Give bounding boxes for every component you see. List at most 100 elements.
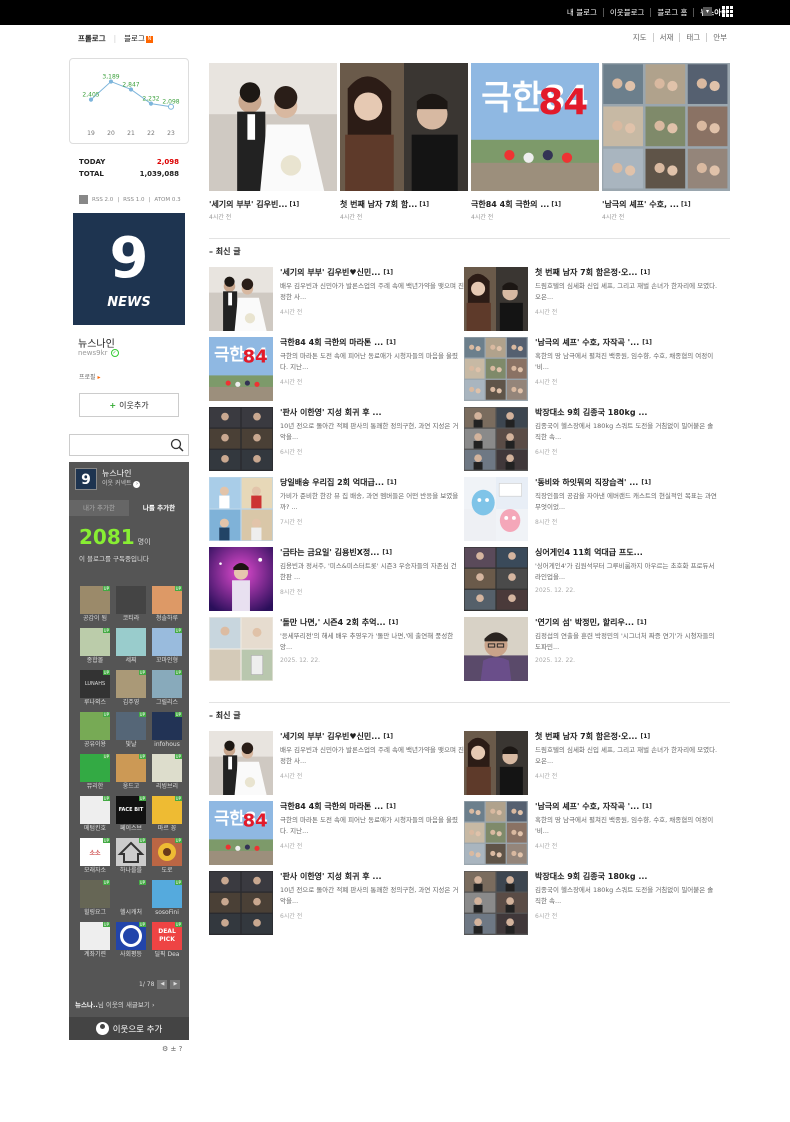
post-thumbnail[interactable] — [464, 731, 528, 795]
post-item[interactable]: 극한84 84 극한84 4회 극한의 마라톤 ... [1] 극한의 마라톤 도… — [209, 801, 464, 865]
post-title[interactable]: 첫 번째 남자 7회 함은정·오... [1] — [535, 731, 719, 742]
neighbor-item[interactable]: UP 사회평등 — [113, 922, 149, 960]
prologue-tab[interactable]: 프롤로그 — [78, 33, 106, 44]
rss2-link[interactable]: RSS 2.0 — [92, 197, 113, 203]
neighbor-item[interactable]: UP 꼬마인형 — [149, 628, 185, 666]
post-thumbnail[interactable] — [464, 801, 528, 865]
neighbor-item[interactable]: UP 청솔하루 — [149, 586, 185, 624]
post-title[interactable]: 박장대소 9회 김종국 180kg ... — [535, 407, 719, 418]
blog-tab[interactable]: 블로그 N — [124, 33, 153, 44]
post-item[interactable]: '세기의 부부' 김우빈♥신민... [1] 배우 김우빈과 신민아가 발론스업의… — [209, 267, 464, 331]
neighbor-item[interactable]: UP 메텀킨호 — [77, 796, 113, 834]
neighbor-item[interactable]: UP 도로 — [149, 838, 185, 876]
post-thumbnail[interactable] — [464, 871, 528, 935]
add-as-neighbor-button[interactable]: 이웃으로 추가 — [69, 1017, 189, 1040]
post-thumbnail[interactable] — [209, 871, 273, 935]
neighbor-item[interactable]: UP 힐링요그 — [77, 880, 113, 918]
widget-settings[interactable]: ⚙ ± ? — [162, 1045, 182, 1053]
post-title[interactable]: '판사 이한영' 지성 회귀 후 ... — [280, 407, 464, 418]
blog-home-link[interactable]: 블로그 홈 — [650, 8, 693, 17]
post-thumbnail[interactable] — [209, 547, 273, 611]
post-thumbnail[interactable] — [209, 407, 273, 471]
featured-title[interactable]: 첫 번째 남자 7회 함... [1] — [340, 199, 468, 210]
neighbor-item[interactable]: UP 그릴리스 — [149, 670, 185, 708]
tab-added-me[interactable]: 나를 추가한 — [129, 500, 189, 516]
apps-grid-icon[interactable] — [721, 5, 734, 18]
neighbor-item[interactable]: UP 뮤리한 — [77, 754, 113, 792]
neighbor-item[interactable]: UP 김주영 — [113, 670, 149, 708]
featured-card[interactable]: 극한84 84 극한84 4회 극한의 ... [1] 4시간 전 — [471, 63, 599, 221]
post-item[interactable]: '동비와 하잇뭐의 직장습격' ... [1] 직장인들의 공감을 자아낸 에버랜… — [464, 477, 719, 541]
neighbor-item[interactable]: UP 웅드고 — [113, 754, 149, 792]
post-item[interactable]: 첫 번째 남자 7회 함은정·오... [1] 드림호텔의 심세화 신입 셰프, … — [464, 267, 719, 331]
rss1-link[interactable]: RSS 1.0 — [123, 197, 144, 203]
post-item[interactable]: '금타는 금요일' 김용빈X정... [1] 김용빈과 정서주, '미스&미스터트… — [209, 547, 464, 611]
featured-thumbnail[interactable] — [340, 63, 468, 191]
neighbor-connect-link[interactable]: 이웃 커넥트 › — [102, 479, 141, 489]
post-item[interactable]: '남극의 셰프' 수호, 자작곡 '... [1] 혹한의 땅 남극에서 펼쳐진 … — [464, 801, 719, 865]
featured-title[interactable]: '세기의 부부' 김우빈... [1] — [209, 199, 337, 210]
post-item[interactable]: '판사 이한영' 지성 회귀 후 ... 10년 전으로 돌아간 적폐 판사의 … — [209, 407, 464, 471]
post-title[interactable]: 첫 번째 남자 7회 함은정·오... [1] — [535, 267, 719, 278]
post-title[interactable]: 극한84 4회 극한의 마라톤 ... [1] — [280, 801, 464, 812]
prev-page-button[interactable]: ◀ — [157, 980, 168, 989]
post-thumbnail[interactable] — [464, 267, 528, 331]
neighbor-item[interactable]: 코티라 — [113, 586, 149, 624]
profile-link[interactable]: 프로필 ▸ — [79, 372, 101, 381]
post-thumbnail[interactable] — [209, 267, 273, 331]
map-link[interactable]: 지도 — [627, 33, 653, 42]
neighbor-item[interactable]: 세찌 — [113, 628, 149, 666]
post-title[interactable]: 싱어게인4 11회 억대급 프도... — [535, 547, 719, 558]
neighbor-feed-link[interactable]: 뉴스나..님 이웃의 새글보기 › — [75, 999, 155, 1009]
post-title[interactable]: '돌만 나면,' 시즌4 2회 추억... [1] — [280, 617, 464, 628]
featured-thumbnail[interactable] — [602, 63, 730, 191]
post-title[interactable]: '금타는 금요일' 김용빈X정... [1] — [280, 547, 464, 558]
search-input[interactable] — [70, 435, 166, 455]
post-item[interactable]: 박장대소 9회 김종국 180kg ... 김종국이 헬스장에서 180kg 스… — [464, 871, 719, 935]
post-title[interactable]: '남극의 셰프' 수호, 자작곡 '... [1] — [535, 801, 719, 812]
neighbor-item[interactable]: UP sosoFini — [149, 880, 185, 918]
featured-card[interactable]: '세기의 부부' 김우빈... [1] 4시간 전 — [209, 63, 337, 221]
post-item[interactable]: '세기의 부부' 김우빈♥신민... [1] 배우 김우빈과 신민아가 발론스업의… — [209, 731, 464, 795]
neighbor-item[interactable]: UP 마르 꽁 — [149, 796, 185, 834]
neighbor-item[interactable]: DEAL PICK UP 딜픽 Dea — [149, 922, 185, 960]
tag-link[interactable]: 태그 — [679, 33, 706, 42]
neighbor-item[interactable]: UP 빛날 — [113, 712, 149, 750]
post-item[interactable]: '판사 이한영' 지성 회귀 후 ... 10년 전으로 돌아간 적폐 판사의 … — [209, 871, 464, 935]
next-page-button[interactable]: ▶ — [170, 980, 181, 989]
neighbor-item[interactable]: UP 리빙브리 — [149, 754, 185, 792]
post-title[interactable]: '동비와 하잇뭐의 직장습격' ... [1] — [535, 477, 719, 488]
neighbor-item[interactable]: UP 하나를를 — [113, 838, 149, 876]
guestbook-link[interactable]: 안부 — [706, 33, 733, 42]
post-item[interactable]: 극한84 84 극한84 4회 극한의 마라톤 ... [1] 극한의 마라톤 도… — [209, 337, 464, 401]
add-neighbor-button[interactable]: + 이웃추가 — [79, 393, 179, 417]
post-item[interactable]: '연기의 섬' 박정민, 할리우... [1] 김정섭의 연출을 훈련 박정민의 … — [464, 617, 719, 681]
post-title[interactable]: 박장대소 9회 김종국 180kg ... — [535, 871, 719, 882]
neighbor-item[interactable]: 소소 UP 모래자소 — [77, 838, 113, 876]
post-item[interactable]: 첫 번째 남자 7회 함은정·오... [1] 드림호텔의 심세화 신입 셰프, … — [464, 731, 719, 795]
post-item[interactable]: 박장대소 9회 김종국 180kg ... 김종국이 헬스장에서 180kg 스… — [464, 407, 719, 471]
neighbor-item[interactable]: UP 공감이 됨 — [77, 586, 113, 624]
post-title[interactable]: '세기의 부부' 김우빈♥신민... [1] — [280, 267, 464, 278]
user-menu-dropdown-icon[interactable]: ▾ — [703, 7, 712, 16]
featured-title[interactable]: 극한84 4회 극한의 ... [1] — [471, 199, 599, 210]
library-link[interactable]: 서재 — [652, 33, 680, 42]
featured-title[interactable]: '남극의 셰프' 수호, ... [1] — [602, 199, 730, 210]
post-thumbnail[interactable] — [209, 617, 273, 681]
post-thumbnail[interactable]: 극한84 84 — [209, 337, 273, 401]
neighbor-item[interactable]: UP 종합몰 — [77, 628, 113, 666]
tab-added-by-me[interactable]: 내가 추가한 — [69, 500, 129, 516]
featured-thumbnail[interactable]: 극한84 84 — [471, 63, 599, 191]
featured-card[interactable]: '남극의 셰프' 수호, ... [1] 4시간 전 — [602, 63, 730, 221]
post-thumbnail[interactable] — [209, 477, 273, 541]
featured-card[interactable]: 첫 번째 남자 7회 함... [1] 4시간 전 — [340, 63, 468, 221]
neighbor-item[interactable]: UP 공유이용 — [77, 712, 113, 750]
neighbor-item[interactable]: FACE BIT UP 페이스브 — [113, 796, 149, 834]
neighbor-item[interactable]: LUNAHS UP 루나외스 — [77, 670, 113, 708]
post-title[interactable]: 극한84 4회 극한의 마라톤 ... [1] — [280, 337, 464, 348]
featured-thumbnail[interactable] — [209, 63, 337, 191]
neighbor-blog-link[interactable]: 이웃블로그 — [602, 8, 651, 17]
post-item[interactable]: '돌만 나면,' 시즌4 2회 추억... [1] '응세뚜리전'의 해세 배우 … — [209, 617, 464, 681]
post-item[interactable]: 당일배송 우리집 2회 억대급... [1] 가비가 준비한 한강 뷰 집 배송,… — [209, 477, 464, 541]
post-title[interactable]: '남극의 셰프' 수호, 자작곡 '... [1] — [535, 337, 719, 348]
